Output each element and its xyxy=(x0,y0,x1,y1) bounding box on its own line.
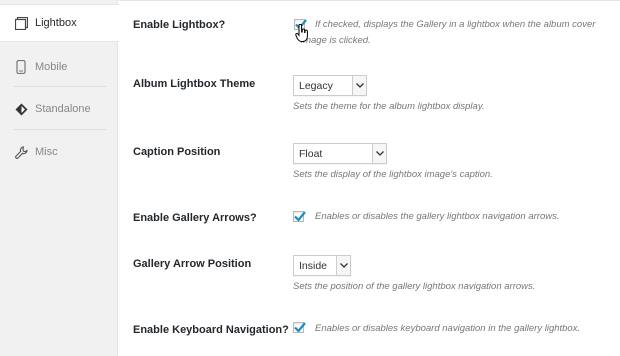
settings-tabs: Lightbox Mobile Standalone Misc xyxy=(0,0,119,356)
wrench-icon xyxy=(14,145,28,159)
enable-lightbox-desc-line1: If checked, displays the Gallery in a li… xyxy=(315,19,596,30)
album-theme-desc: Sets the theme for the album lightbox di… xyxy=(293,101,485,112)
settings-content: Enable Lightbox? If checked, displays th… xyxy=(119,0,620,356)
settings-panel: Lightbox Mobile Standalone Misc Enable L… xyxy=(0,0,620,356)
chevron-down-icon xyxy=(336,256,350,275)
chevron-down-icon xyxy=(372,144,386,163)
checkmark-icon xyxy=(294,322,306,333)
checkmark-icon xyxy=(294,211,306,222)
diamond-icon xyxy=(14,102,28,116)
enable-lightbox-label: Enable Lightbox? xyxy=(133,19,226,31)
keyboard-nav-label: Enable Keyboard Navigation? xyxy=(133,324,289,336)
arrow-position-select[interactable]: Inside xyxy=(293,255,351,276)
album-theme-select[interactable]: Legacy xyxy=(293,75,367,96)
keyboard-nav-desc: Enables or disables keyboard navigation … xyxy=(315,323,581,334)
gallery-arrows-desc: Enables or disables the gallery lightbox… xyxy=(315,211,560,222)
arrow-position-desc: Sets the position of the gallery lightbo… xyxy=(293,281,536,292)
tab-misc[interactable]: Misc xyxy=(0,133,118,171)
top-border xyxy=(119,0,620,1)
caption-position-label: Caption Position xyxy=(133,146,221,158)
mobile-icon xyxy=(14,60,28,74)
hand-cursor-icon xyxy=(295,24,308,42)
tab-mobile[interactable]: Mobile xyxy=(0,48,118,86)
caption-position-desc: Sets the display of the lightbox image's… xyxy=(293,169,493,180)
tab-label: Standalone xyxy=(35,103,91,115)
caption-position-value: Float xyxy=(299,147,323,160)
tab-lightbox[interactable]: Lightbox xyxy=(0,4,119,42)
tab-divider xyxy=(14,86,106,87)
tab-label: Misc xyxy=(35,146,58,158)
tab-divider xyxy=(14,129,106,130)
arrow-position-label: Gallery Arrow Position xyxy=(133,258,252,270)
chevron-down-icon xyxy=(352,76,366,95)
tab-standalone[interactable]: Standalone xyxy=(0,90,118,128)
arrow-position-value: Inside xyxy=(299,259,328,272)
keyboard-nav-checkbox[interactable] xyxy=(293,322,306,333)
gallery-icon xyxy=(14,16,28,30)
tab-label: Mobile xyxy=(35,61,68,73)
caption-position-select[interactable]: Float xyxy=(293,143,387,164)
album-theme-label: Album Lightbox Theme xyxy=(133,78,256,90)
tab-label: Lightbox xyxy=(35,17,77,29)
album-theme-value: Legacy xyxy=(299,79,333,92)
enable-lightbox-desc-line2: image is clicked. xyxy=(301,35,371,46)
gallery-arrows-label: Enable Gallery Arrows? xyxy=(133,212,257,224)
gallery-arrows-checkbox[interactable] xyxy=(293,211,306,222)
